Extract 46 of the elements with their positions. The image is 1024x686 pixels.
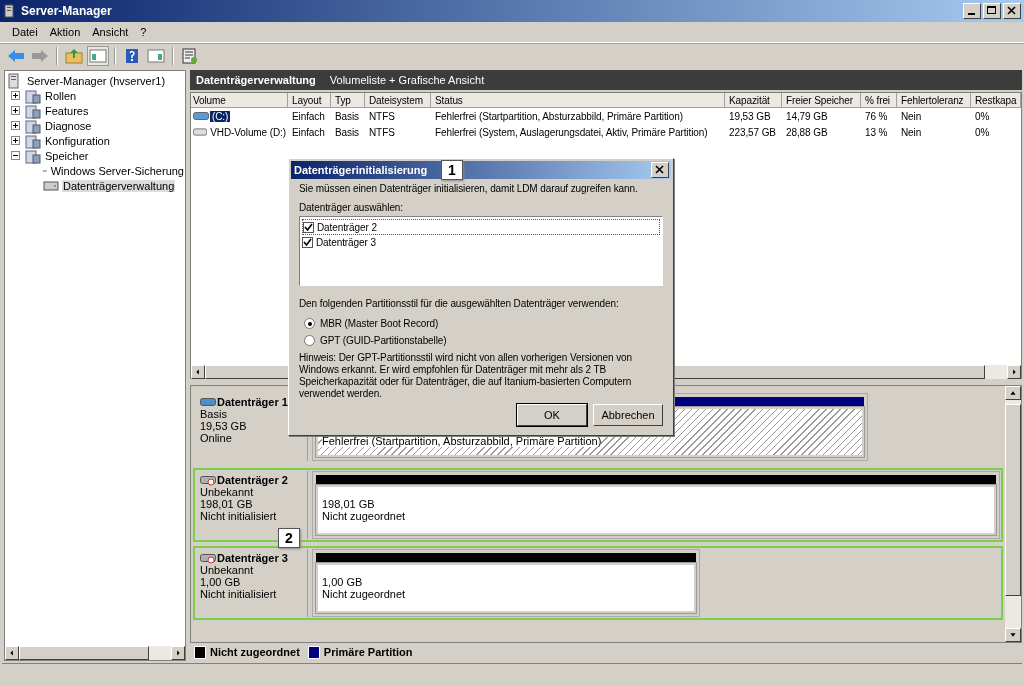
legend-label: Primäre Partition [323,646,413,658]
table-cell-text: NTFS [368,126,396,138]
table-cell-text: 0% [974,110,991,122]
table-cell-text: Einfach [291,110,326,122]
disk-detail: 19,53 GB [200,420,248,432]
disk-detail: 198,01 GB [200,498,254,510]
table-cell-text: Nein [900,126,923,138]
table-cell-text: 76 % [864,110,889,122]
style-label: Den folgenden Partitionsstil für die ausgewählten Datenträger verwenden: [299,298,620,309]
partition-text: 198,01 GB [322,498,376,510]
table-cell-text: 13 % [864,126,889,138]
table-cell-text: 0% [974,126,991,138]
table-cell-text: Fehlerfrei (System, Auslagerungsdatei, Aktiv, Primäre Partition) [434,126,709,138]
table-cell-text: Einfach [291,126,326,138]
table-cell-text: 223,57 GB [728,126,777,138]
table-cell-text: 28,88 GB [785,126,829,138]
table-cell-text: Basis [334,110,360,122]
partition-text: Nicht zugeordnet [322,510,407,522]
legend-label: Nicht zugeordnet [210,646,300,658]
list-label: Datenträger auswählen: [299,202,404,213]
table-cell-text: 14,79 GB [785,110,829,122]
disk-name: Datenträger 2 [217,474,288,486]
table-cell-text: NTFS [368,110,396,122]
disk-detail: Nicht initialisiert [200,588,278,600]
view-label: Volumeliste + Grafische Ansicht [329,74,485,86]
panel-title: Datenträgerverwaltung [196,74,316,86]
callout-number: 1 [441,160,463,180]
disk-detail: Unbekannt [200,564,255,576]
disk-detail: Basis [200,408,228,420]
dialog-message: Sie müssen einen Datenträger initialisieren, damit LDM darauf zugreifen kann. [299,183,639,194]
disk-detail: Online [200,432,233,444]
dialog-title: Datenträgerinitialisierung [294,164,428,176]
disk-detail: Unbekannt [200,486,255,498]
table-cell-text: 19,53 GB [728,110,772,122]
callout-number: 2 [278,528,300,548]
disk-name: Datenträger 3 [217,552,288,564]
note-text: Hinweis: Der GPT-Partitionsstil wird nicht von allen vorherigen Versionen von Windows erkannt. Er wird empfohlen für Datenträger mit mehr als 2 TB Speicherkapazität oder für Datenträger, die auf Itanium-basierten Computern verwendet werden. [299,352,633,400]
table-cell-text: Fehlerfrei (Startpartition, Absturzabbild, Primäre Partition) [434,110,684,122]
disk-detail: 1,00 GB [200,576,242,588]
disk-detail: Nicht initialisiert [200,510,278,522]
table-cell-text: Basis [334,126,360,138]
partition-text: Nicht zugeordnet [322,588,407,600]
partition-text: 1,00 GB [322,576,364,588]
table-cell-text: Nein [900,110,923,122]
window-title: Server-Manager [21,4,112,18]
disk-name: Datenträger 1 [217,396,288,408]
